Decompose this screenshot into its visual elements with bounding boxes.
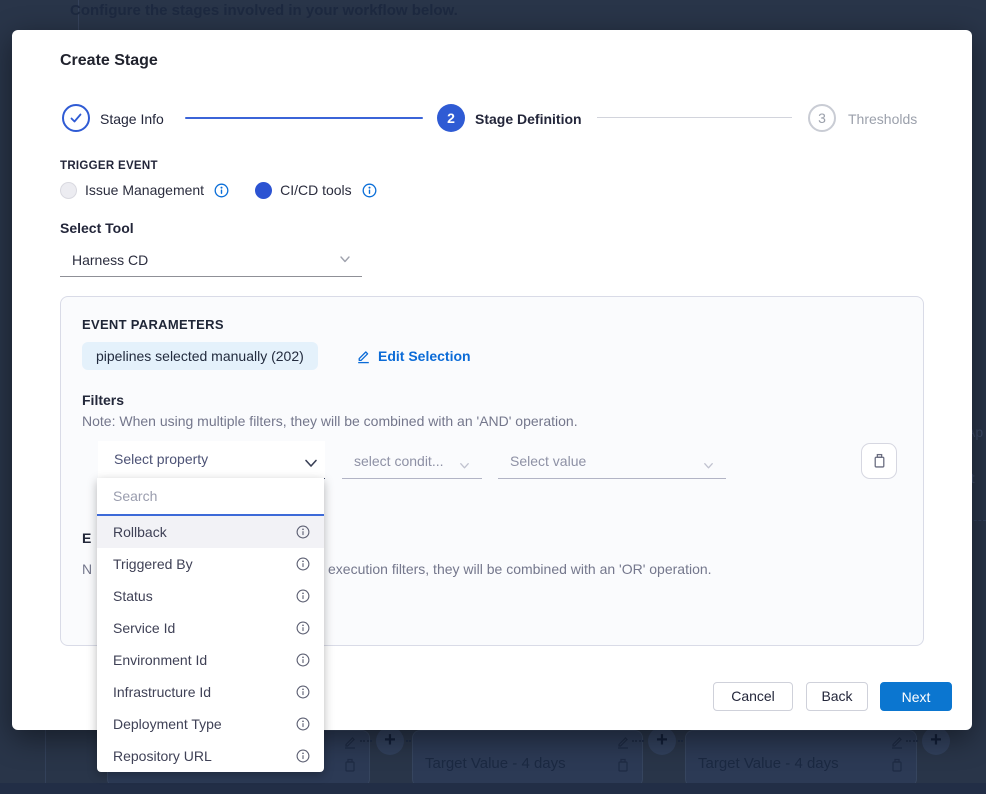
chevron-down-icon[interactable] — [338, 252, 352, 266]
edit-icon — [343, 735, 357, 749]
stepper-connector-complete — [185, 117, 423, 119]
modal-title: Create Stage — [60, 52, 158, 70]
add-stage-button: + — [648, 727, 676, 755]
dropdown-item-repository-url[interactable]: Repository URL — [97, 740, 324, 772]
next-button[interactable]: Next — [880, 682, 952, 711]
step-stage-definition-label[interactable]: Stage Definition — [475, 111, 582, 127]
edit-icon — [616, 735, 630, 749]
dropdown-item-label: Rollback — [113, 524, 167, 540]
step-thresholds-circle[interactable]: 3 — [808, 104, 836, 132]
trash-icon — [343, 758, 357, 772]
pipelines-selected-pill: pipelines selected manually (202) — [82, 342, 318, 370]
info-icon[interactable] — [296, 749, 310, 763]
backdrop-panel-edge-bottom — [45, 730, 46, 783]
backdrop-bottom-strip — [0, 783, 986, 794]
chevron-down-icon[interactable] — [702, 459, 715, 472]
property-dropdown-menu: Rollback Triggered By Status Service Id … — [97, 478, 324, 772]
edit-icon — [890, 735, 904, 749]
trash-icon — [872, 453, 887, 468]
dropdown-item-label: Service Id — [113, 620, 175, 636]
event-parameters-heading: EVENT PARAMETERS — [82, 317, 224, 332]
stage-card-label: Target Value - 4 days — [698, 755, 839, 772]
chevron-down-icon[interactable] — [458, 459, 471, 472]
edit-icon — [356, 349, 371, 364]
info-icon[interactable] — [296, 717, 310, 731]
dropdown-item-label: Repository URL — [113, 748, 212, 764]
radio-cicd-tools-label[interactable]: CI/CD tools — [280, 182, 352, 198]
tool-select[interactable]: Harness CD — [60, 246, 362, 277]
info-icon[interactable] — [296, 557, 310, 571]
property-select[interactable]: Select property — [98, 441, 325, 479]
info-icon[interactable] — [214, 183, 229, 198]
stage-card: Target Value - 4 days — [685, 730, 917, 787]
stage-card-label: Target Value - 4 days — [425, 755, 566, 772]
cancel-button[interactable]: Cancel — [713, 682, 793, 711]
info-icon[interactable] — [296, 685, 310, 699]
trigger-event-options: Issue Management CI/CD tools — [60, 180, 377, 200]
backdrop-instruction-text: Configure the stages involved in your wo… — [70, 2, 458, 19]
step-stage-info-circle[interactable] — [62, 104, 90, 132]
dropdown-item-label: Deployment Type — [113, 716, 222, 732]
trigger-event-label: TRIGGER EVENT — [60, 160, 158, 172]
connector-dash — [360, 740, 372, 742]
radio-issue-management-label[interactable]: Issue Management — [85, 182, 204, 198]
search-input[interactable] — [97, 478, 324, 516]
execution-filters-note: execution filters, they will be combined… — [328, 561, 712, 577]
stage-card: Target Value - 4 days — [412, 730, 643, 787]
trash-icon — [616, 758, 630, 772]
execution-filters-heading-fragment: E — [82, 530, 91, 546]
dropdown-item-environment-id[interactable]: Environment Id — [97, 644, 324, 676]
stepper-connector-upcoming — [597, 117, 792, 118]
value-select[interactable]: Select value — [498, 449, 726, 479]
dropdown-item-status[interactable]: Status — [97, 580, 324, 612]
filters-heading: Filters — [82, 392, 124, 408]
info-icon[interactable] — [296, 621, 310, 635]
info-icon[interactable] — [362, 183, 377, 198]
info-icon[interactable] — [296, 525, 310, 539]
edit-selection-label: Edit Selection — [378, 348, 471, 364]
back-button[interactable]: Back — [806, 682, 868, 711]
add-stage-button: + — [376, 727, 404, 755]
chevron-down-icon[interactable] — [303, 455, 319, 471]
step-stage-definition-circle[interactable]: 2 — [437, 104, 465, 132]
step-thresholds-label[interactable]: Thresholds — [848, 111, 917, 127]
info-icon[interactable] — [296, 589, 310, 603]
dropdown-item-deployment-type[interactable]: Deployment Type — [97, 708, 324, 740]
dropdown-item-label: Environment Id — [113, 652, 207, 668]
info-icon[interactable] — [296, 653, 310, 667]
radio-issue-management[interactable] — [60, 182, 77, 199]
connector-dash — [906, 740, 918, 742]
dropdown-item-label: Infrastructure Id — [113, 684, 211, 700]
dropdown-item-label: Triggered By — [113, 556, 193, 572]
check-icon — [69, 111, 83, 125]
dropdown-item-label: Status — [113, 588, 153, 604]
dropdown-item-rollback[interactable]: Rollback — [97, 516, 324, 548]
connector-dash — [632, 740, 644, 742]
execution-filters-note-fragment: N — [82, 561, 92, 577]
step-stage-info-label[interactable]: Stage Info — [100, 111, 164, 127]
delete-filter-button[interactable] — [861, 443, 897, 479]
select-tool-label: Select Tool — [60, 220, 134, 236]
edit-selection-link[interactable]: Edit Selection — [356, 348, 471, 364]
radio-cicd-tools[interactable] — [255, 182, 272, 199]
filters-note: Note: When using multiple filters, they … — [82, 413, 578, 429]
dropdown-item-infrastructure-id[interactable]: Infrastructure Id — [97, 676, 324, 708]
dropdown-item-service-id[interactable]: Service Id — [97, 612, 324, 644]
dropdown-item-triggered-by[interactable]: Triggered By — [97, 548, 324, 580]
trash-icon — [890, 758, 904, 772]
add-stage-button: + — [922, 727, 950, 755]
